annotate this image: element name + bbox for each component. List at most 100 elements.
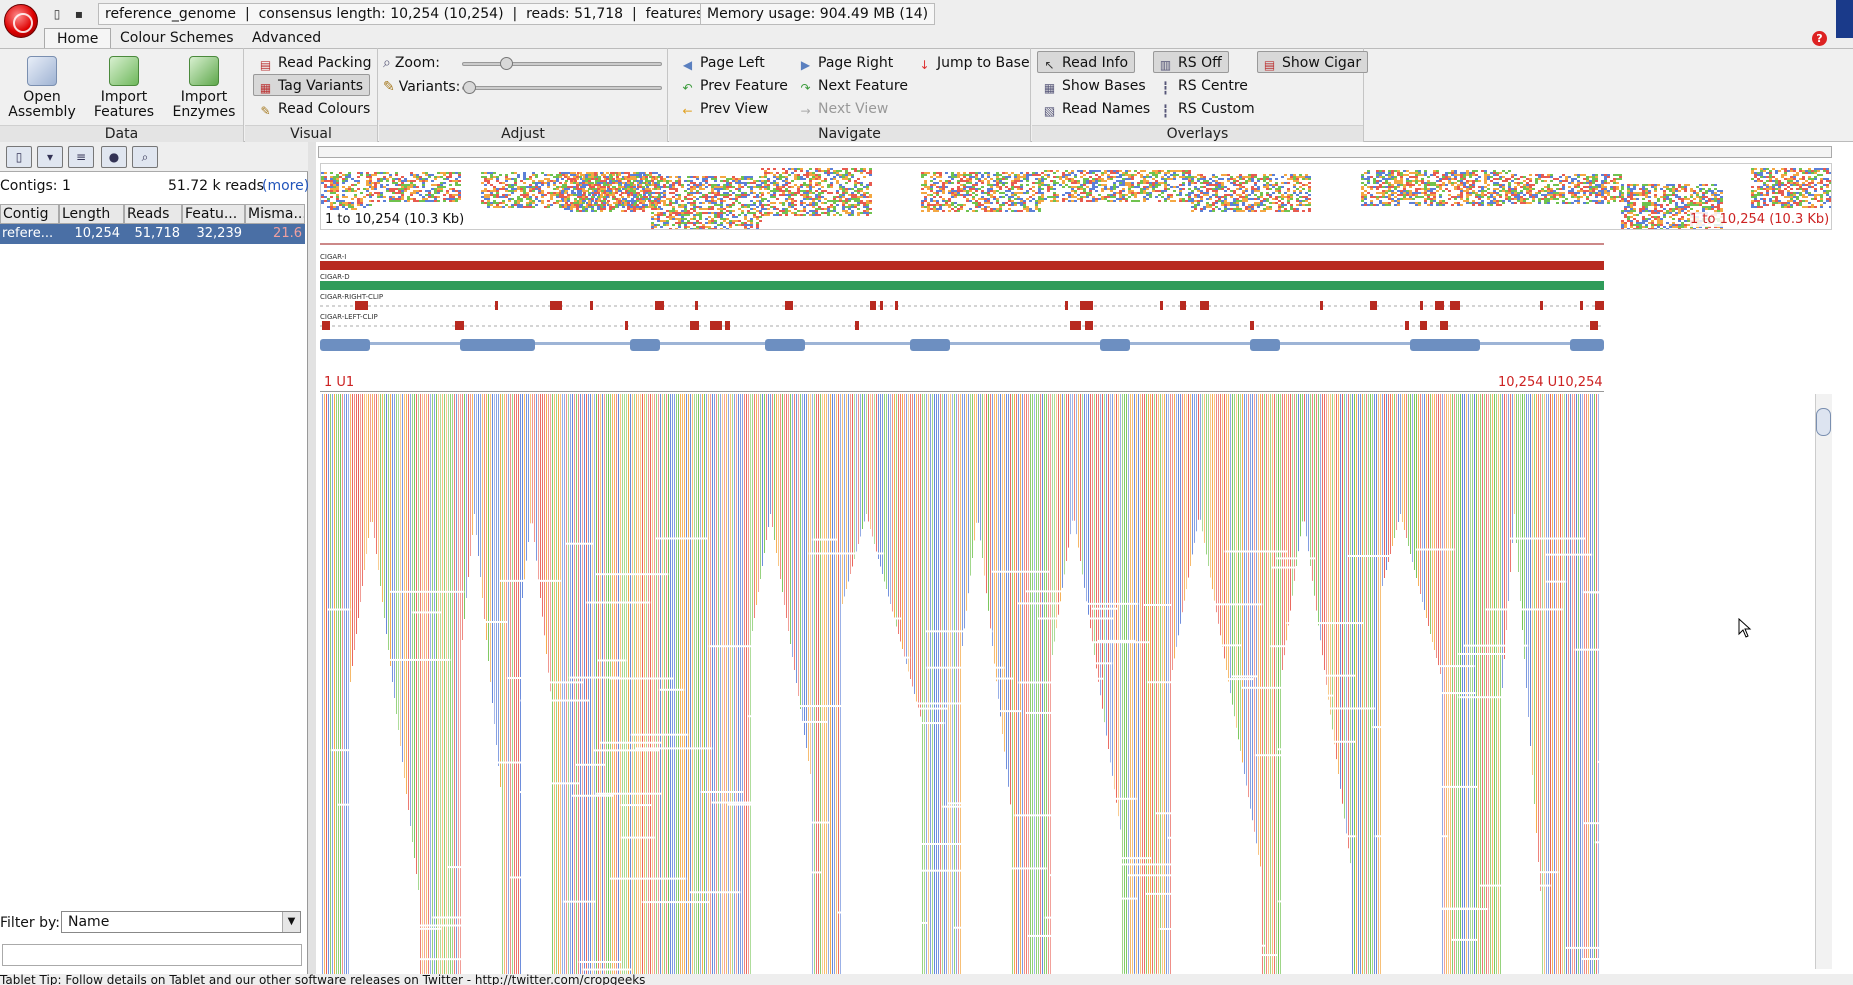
overview-base	[333, 186, 336, 188]
col-mismatch[interactable]: Misma...	[245, 204, 305, 224]
overview-base	[764, 182, 767, 184]
page-left-button[interactable]: ◀ Page Left	[675, 51, 772, 73]
read-info-button[interactable]: ↖ Read Info	[1037, 51, 1136, 73]
overview-base	[1092, 184, 1095, 186]
overview-base	[1239, 178, 1242, 180]
rs-off-button[interactable]: ▥ RS Off	[1153, 51, 1229, 73]
overview-base	[1454, 178, 1457, 180]
search-icon[interactable]: ⌕	[132, 146, 158, 168]
overview-base	[969, 190, 972, 192]
col-reads[interactable]: Reads	[124, 204, 182, 224]
overview-base	[1302, 210, 1305, 212]
overview-base	[720, 188, 723, 190]
import-enzymes-button[interactable]: Import Enzymes	[170, 56, 238, 120]
overview-base	[642, 176, 645, 178]
list-icon[interactable]: ≡	[68, 146, 94, 168]
overview-base	[1711, 200, 1714, 202]
dropdown-icon[interactable]: ▾	[37, 146, 63, 168]
overview-base	[770, 196, 773, 198]
page-right-button[interactable]: ▶ Page Right	[793, 51, 900, 73]
new-icon[interactable]: ▯	[50, 7, 64, 22]
variants-slider[interactable]	[462, 86, 662, 90]
overview-base	[567, 178, 570, 180]
overview-base	[1472, 190, 1475, 192]
overview-base	[1547, 184, 1550, 186]
col-features[interactable]: Featu...	[182, 204, 245, 224]
zoom-slider[interactable]	[462, 62, 662, 66]
overview-base	[1382, 170, 1385, 172]
filter-input[interactable]	[2, 944, 302, 966]
overview-base	[1415, 194, 1418, 196]
col-contig[interactable]: Contig	[0, 204, 59, 224]
overview-base	[1236, 200, 1239, 202]
show-cigar-button[interactable]: ▤ Show Cigar	[1257, 51, 1369, 73]
jump-to-base-button[interactable]: ↓ Jump to Base	[912, 51, 1037, 73]
overview-base	[1529, 178, 1532, 180]
prev-view-button[interactable]: ← Prev View	[675, 97, 775, 119]
more-link[interactable]: (more)	[262, 178, 309, 194]
overview-base	[714, 176, 717, 178]
overview-base	[1182, 198, 1185, 200]
overview-base	[1215, 180, 1218, 182]
filter-select[interactable]: Name ▼	[61, 911, 301, 933]
overview-base	[357, 172, 360, 174]
overview-base	[1508, 196, 1511, 198]
overview-base	[348, 206, 351, 208]
overview-base	[591, 178, 594, 180]
overview-base	[1448, 180, 1451, 182]
overview-scrollbar[interactable]	[318, 146, 1832, 158]
overview-base	[1490, 176, 1493, 178]
overview-base	[1663, 216, 1666, 218]
show-bases-button[interactable]: ▦ Show Bases	[1037, 74, 1153, 96]
overview-base	[860, 188, 863, 190]
panel-splitter[interactable]	[308, 142, 316, 985]
overview-base	[564, 184, 567, 186]
overview-base	[609, 210, 612, 212]
overview-base	[824, 198, 827, 200]
contigs-view-icon[interactable]: ▯	[6, 146, 32, 168]
open-assembly-button[interactable]: Open Assembly	[8, 56, 76, 120]
overview-base	[842, 208, 845, 210]
read-colours-button[interactable]: ✎ Read Colours	[253, 97, 377, 119]
overview-base	[996, 180, 999, 182]
next-view-button[interactable]: → Next View	[793, 97, 895, 119]
overview-base	[413, 180, 416, 182]
col-length[interactable]: Length	[59, 204, 124, 224]
overview-canvas[interactable]	[320, 163, 1832, 230]
overview-base	[374, 184, 377, 186]
overview-base	[839, 170, 842, 172]
tab-colour-schemes[interactable]: Colour Schemes	[108, 28, 246, 49]
overview-base	[633, 172, 636, 174]
overview-base	[544, 206, 547, 208]
help-icon[interactable]: ?	[1812, 31, 1827, 46]
prev-feature-button[interactable]: ↶ Prev Feature	[675, 74, 795, 96]
overview-base	[1604, 176, 1607, 178]
rs-centre-button[interactable]: ┇ RS Centre	[1153, 74, 1255, 96]
overview-base	[827, 184, 830, 186]
next-feature-button[interactable]: ↷ Next Feature	[793, 74, 915, 96]
import-features-button[interactable]: Import Features	[90, 56, 158, 120]
tag-variants-button[interactable]: ▦ Tag Variants	[253, 74, 371, 96]
colour-icon[interactable]: ●	[101, 146, 127, 168]
overview-base	[1134, 186, 1137, 188]
overview-base	[1014, 180, 1017, 182]
overview-base	[818, 178, 821, 180]
read-names-button[interactable]: ▧ Read Names	[1037, 97, 1157, 119]
overview-base	[458, 172, 461, 174]
variants-slider-knob[interactable]	[463, 81, 476, 94]
tab-home[interactable]: Home	[44, 28, 112, 49]
overview-base	[678, 212, 681, 214]
overview-base	[330, 178, 333, 180]
overview-base	[1663, 200, 1666, 202]
overview-base	[1562, 196, 1565, 198]
read-packing-button[interactable]: ▤ Read Packing	[253, 51, 378, 73]
tab-advanced[interactable]: Advanced	[240, 28, 333, 49]
rs-custom-button[interactable]: ┇ RS Custom	[1153, 97, 1262, 119]
app-menu-orb[interactable]	[4, 4, 38, 38]
overview-base	[1595, 194, 1598, 196]
overview-base	[1296, 198, 1299, 200]
save-icon[interactable]: ▪	[72, 7, 86, 22]
overview-base	[1469, 180, 1472, 182]
overview-base	[729, 220, 732, 222]
overview-base	[975, 204, 978, 206]
